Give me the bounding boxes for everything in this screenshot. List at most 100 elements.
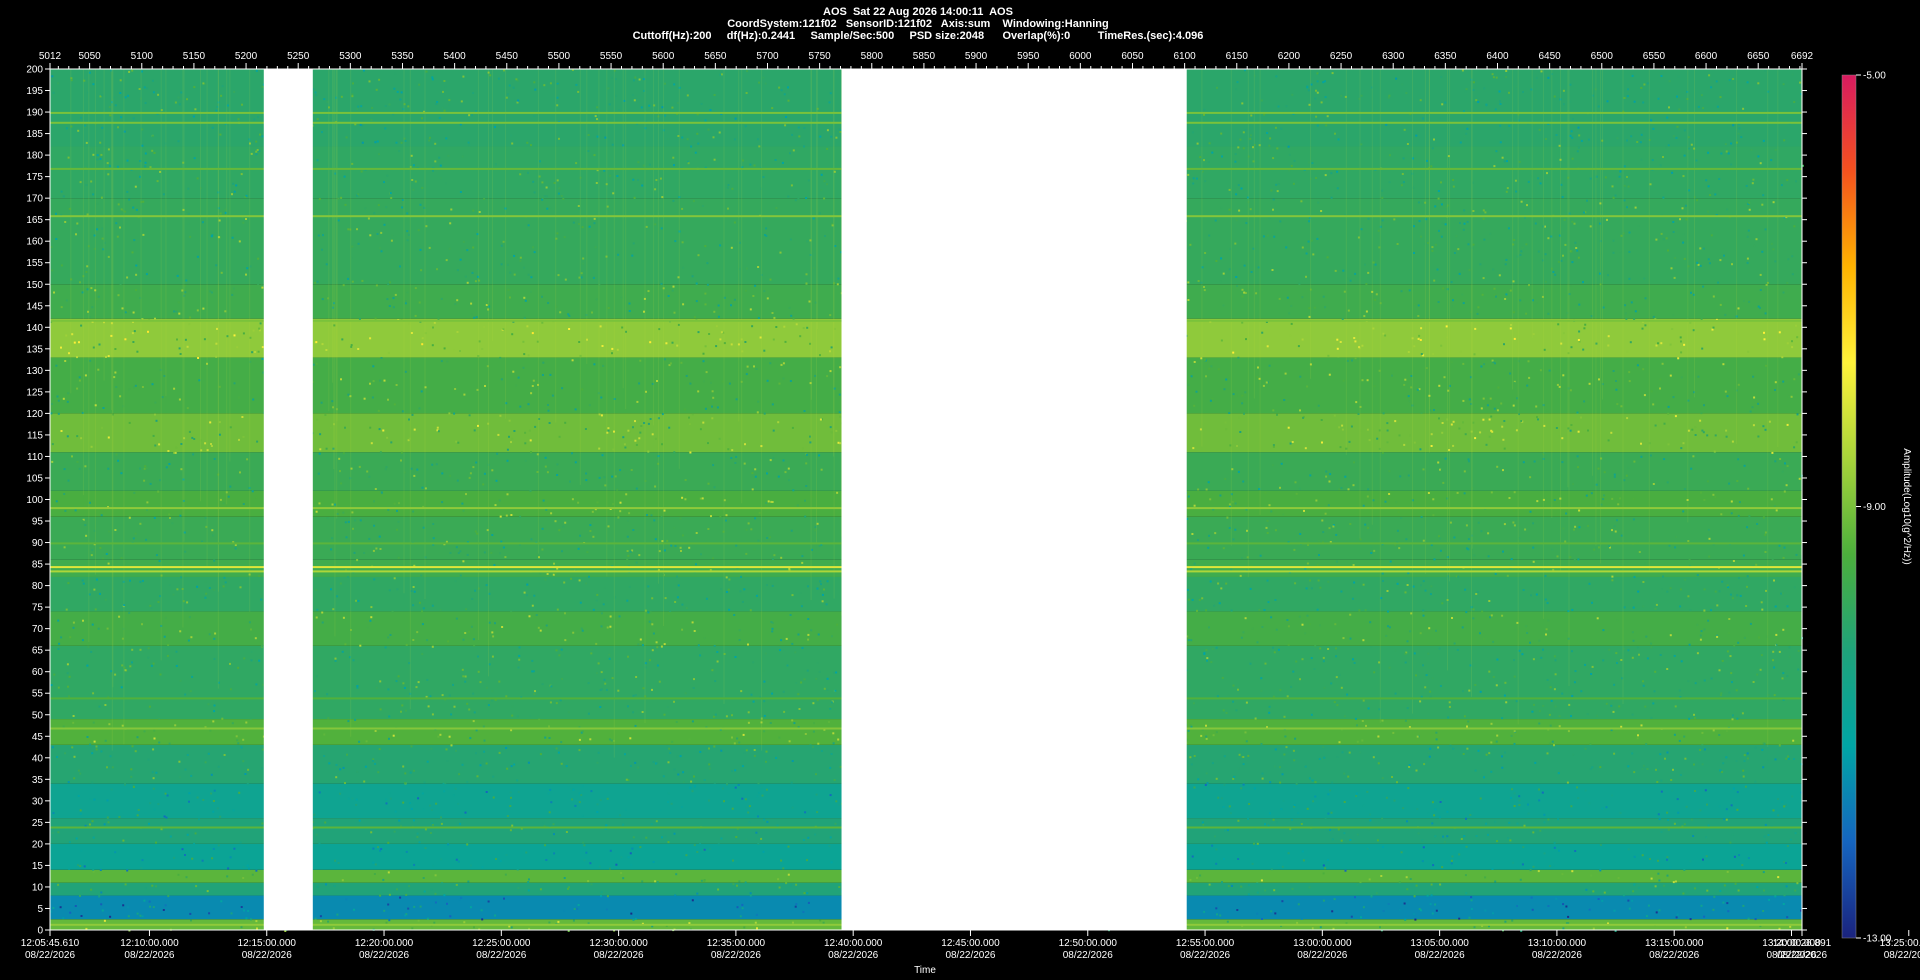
- noise-pixel: [791, 133, 794, 136]
- noise-pixel: [1572, 483, 1574, 486]
- noise-pixel: [218, 433, 221, 436]
- noise-pixel: [1547, 619, 1550, 622]
- noise-pixel: [689, 451, 692, 454]
- noise-pixel: [1714, 590, 1717, 593]
- noise-pixel: [545, 859, 548, 861]
- noise-pixel: [126, 276, 129, 279]
- noise-pixel: [1431, 246, 1434, 249]
- noise-pixel: [735, 398, 738, 401]
- noise-pixel: [1302, 416, 1305, 419]
- noise-pixel: [1344, 475, 1347, 478]
- noise-pixel: [412, 604, 415, 607]
- noise-pixel: [342, 511, 345, 514]
- noise-pixel: [1270, 868, 1273, 871]
- noise-pixel: [524, 459, 527, 462]
- noise-pixel: [1464, 90, 1467, 93]
- noise-pixel: [1639, 141, 1642, 144]
- noise-pixel: [76, 222, 79, 225]
- noise-pixel: [214, 632, 217, 635]
- noise-pixel: [1446, 810, 1449, 813]
- noise-pixel: [1320, 210, 1323, 212]
- noise-pixel: [1198, 598, 1201, 601]
- noise-pixel: [1701, 347, 1704, 350]
- noise-pixel: [584, 854, 587, 856]
- noise-pixel: [1459, 350, 1462, 353]
- noise-pixel: [1693, 713, 1695, 716]
- noise-pixel: [1193, 786, 1196, 789]
- noise-pixel: [1799, 81, 1802, 84]
- noise-pixel: [736, 737, 739, 740]
- noise-pixel: [1487, 532, 1490, 535]
- noise-pixel: [1592, 890, 1595, 893]
- noise-pixel: [1452, 185, 1455, 188]
- noise-pixel: [1711, 328, 1714, 331]
- noise-pixel: [393, 830, 396, 833]
- noise-pixel: [355, 798, 358, 801]
- noise-pixel: [1453, 536, 1456, 539]
- noise-pixel: [1694, 887, 1696, 890]
- noise-pixel: [756, 411, 759, 414]
- noise-pixel: [539, 888, 542, 891]
- noise-pixel: [734, 786, 737, 789]
- noise-pixel: [1438, 816, 1441, 819]
- noise-pixel: [1787, 258, 1790, 261]
- noise-pixel: [819, 418, 822, 421]
- noise-pixel: [98, 343, 101, 346]
- noise-pixel: [1201, 597, 1204, 600]
- noise-pixel: [1290, 685, 1293, 688]
- noise-pixel: [577, 90, 580, 93]
- noise-pixel: [1262, 235, 1265, 238]
- noise-pixel: [522, 366, 525, 369]
- noise-pixel: [1404, 719, 1407, 722]
- noise-pixel: [206, 890, 209, 893]
- noise-pixel: [789, 614, 792, 616]
- noise-pixel: [1279, 766, 1281, 769]
- noise-pixel: [519, 405, 522, 408]
- noise-pixel: [1791, 795, 1794, 798]
- noise-pixel: [448, 735, 451, 738]
- noise-pixel: [1707, 185, 1710, 188]
- noise-pixel: [355, 803, 358, 806]
- noise-pixel: [151, 884, 154, 887]
- noise-pixel: [153, 516, 156, 519]
- noise-pixel: [1772, 248, 1775, 251]
- noise-pixel: [818, 454, 821, 457]
- noise-pixel: [1268, 504, 1271, 507]
- noise-pixel: [242, 738, 245, 741]
- noise-pixel: [764, 652, 767, 655]
- noise-pixel: [1421, 839, 1424, 842]
- noise-pixel: [516, 779, 519, 782]
- noise-pixel: [1797, 832, 1800, 835]
- noise-pixel: [699, 843, 702, 846]
- noise-pixel: [1719, 889, 1722, 892]
- noise-pixel: [454, 303, 457, 306]
- noise-pixel: [1484, 909, 1487, 912]
- noise-pixel: [812, 267, 815, 269]
- noise-pixel: [1697, 375, 1700, 378]
- noise-pixel: [523, 316, 526, 319]
- noise-pixel: [1553, 95, 1556, 98]
- noise-pixel: [820, 468, 823, 471]
- noise-pixel: [242, 865, 245, 868]
- noise-pixel: [755, 594, 758, 597]
- noise-pixel: [1674, 257, 1677, 259]
- noise-pixel: [1506, 187, 1509, 190]
- noise-pixel: [472, 638, 475, 641]
- noise-pixel: [468, 708, 471, 711]
- noise-pixel: [1249, 662, 1252, 665]
- noise-pixel: [1739, 594, 1742, 597]
- noise-pixel: [563, 236, 566, 239]
- noise-pixel: [805, 282, 808, 285]
- noise-pixel: [1643, 277, 1646, 280]
- noise-pixel: [152, 787, 155, 790]
- noise-pixel: [1583, 400, 1586, 403]
- noise-pixel: [1407, 787, 1410, 790]
- noise-pixel: [441, 472, 444, 475]
- noise-pixel: [1501, 717, 1504, 720]
- noise-pixel: [519, 259, 522, 262]
- noise-pixel: [1627, 765, 1630, 768]
- noise-pixel: [1211, 844, 1214, 847]
- noise-pixel: [1485, 822, 1488, 825]
- noise-pixel: [1189, 568, 1192, 571]
- noise-pixel: [803, 145, 805, 148]
